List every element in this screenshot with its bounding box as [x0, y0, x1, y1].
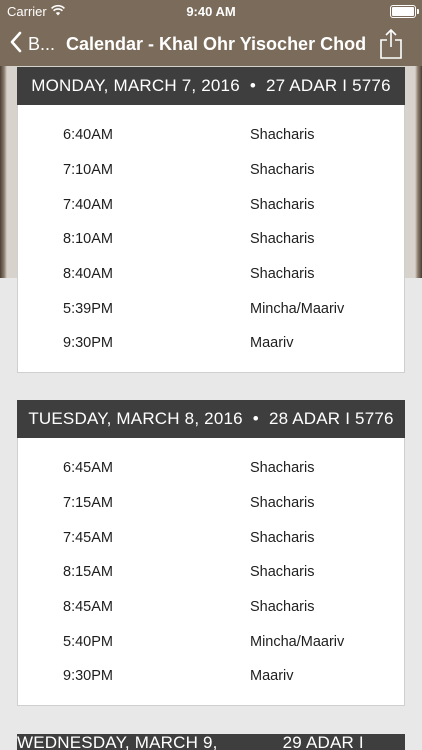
chevron-left-icon [10, 31, 22, 58]
navigation-bar: B... Calendar - Khal Ohr Yisocher Chod..… [0, 22, 422, 66]
prayer-time: 9:30PM [63, 668, 113, 685]
day-date: MONDAY, MARCH 7, 2016 [31, 76, 240, 95]
schedule-list: 6:40AM Shacharis 7:10AM Shacharis 7:40AM… [17, 105, 405, 373]
prayer-time: 5:40PM [63, 633, 113, 650]
schedule-row: 9:30PM Maariv [18, 326, 404, 361]
share-icon [378, 28, 404, 64]
schedule-row: 6:45AM Shacharis [18, 451, 404, 486]
prayer-time: 6:45AM [63, 460, 113, 477]
prayer-name: Mincha/Maariv [250, 633, 345, 650]
prayer-time: 7:40AM [63, 196, 113, 213]
day-header: TUESDAY, MARCH 8, 2016 • 28 ADAR I 5776 [17, 400, 405, 438]
schedule-row: 7:45AM Shacharis [18, 520, 404, 555]
prayer-name: Shacharis [250, 196, 315, 213]
schedule-row: 5:40PM Mincha/Maariv [18, 624, 404, 659]
status-right [390, 5, 419, 18]
prayer-time: 8:40AM [63, 266, 113, 283]
hebrew-date: 28 ADAR I 5776 [268, 409, 394, 428]
schedule-row: 7:15AM Shacharis [18, 486, 404, 521]
schedule-row: 8:15AM Shacharis [18, 555, 404, 590]
schedule-row: 8:40AM Shacharis [18, 257, 404, 292]
share-button[interactable] [378, 28, 404, 60]
day-card: TUESDAY, MARCH 8, 2016 • 28 ADAR I 5776 … [17, 400, 405, 706]
schedule-list: 6:45AM Shacharis 7:15AM Shacharis 7:45AM… [17, 438, 405, 706]
prayer-name: Maariv [250, 668, 294, 685]
prayer-name: Shacharis [250, 231, 315, 248]
prayer-name: Shacharis [250, 162, 315, 179]
schedule-row: 5:39PM Mincha/Maariv [18, 291, 404, 326]
prayer-time: 6:40AM [63, 127, 113, 144]
battery-full-icon [390, 5, 419, 18]
schedule-row: 7:10AM Shacharis [18, 153, 404, 188]
date-separator: • [267, 743, 273, 750]
status-bar: Carrier 9:40 AM [0, 0, 422, 22]
prayer-time: 8:45AM [63, 599, 113, 616]
schedule-row: 9:30PM Maariv [18, 659, 404, 694]
status-time: 9:40 AM [186, 4, 236, 19]
prayer-name: Shacharis [250, 266, 315, 283]
back-button-label: B... [28, 33, 56, 54]
schedule-row: 6:40AM Shacharis [18, 118, 404, 153]
prayer-name: Shacharis [250, 529, 315, 546]
page-title: Calendar - Khal Ohr Yisocher Chod... [66, 34, 366, 54]
prayer-name: Shacharis [250, 564, 315, 581]
prayer-name: Shacharis [250, 460, 315, 477]
day-date: TUESDAY, MARCH 8, 2016 [28, 409, 243, 428]
day-date: WEDNESDAY, MARCH 9, 2016 [17, 733, 218, 750]
day-card: WEDNESDAY, MARCH 9, 2016 • 29 ADAR I 577… [17, 733, 405, 750]
prayer-time: 7:15AM [63, 495, 113, 512]
prayer-name: Mincha/Maariv [250, 300, 345, 317]
schedule-row: 8:10AM Shacharis [18, 222, 404, 257]
back-button[interactable]: B... [10, 22, 55, 66]
date-separator: • [249, 76, 257, 95]
prayer-name: Shacharis [250, 599, 315, 616]
prayer-name: Shacharis [250, 495, 315, 512]
prayer-time: 9:30PM [63, 335, 113, 352]
prayer-time: 8:15AM [63, 564, 113, 581]
prayer-name: Maariv [250, 335, 294, 352]
day-header: WEDNESDAY, MARCH 9, 2016 • 29 ADAR I 577… [17, 733, 405, 750]
prayer-time: 5:39PM [63, 300, 113, 317]
schedule-row: 7:40AM Shacharis [18, 187, 404, 222]
hebrew-date: 27 ADAR I 5776 [266, 76, 391, 95]
prayer-time: 7:45AM [63, 529, 113, 546]
prayer-time: 8:10AM [63, 231, 113, 248]
calendar-scroll-area[interactable]: MONDAY, MARCH 7, 2016 • 27 ADAR I 5776 6… [0, 66, 422, 750]
hebrew-date: 29 ADAR I 5776 [282, 733, 364, 750]
date-separator: • [252, 409, 259, 428]
prayer-name: Shacharis [250, 127, 315, 144]
schedule-row: 8:45AM Shacharis [18, 590, 404, 625]
day-card: MONDAY, MARCH 7, 2016 • 27 ADAR I 5776 6… [17, 67, 405, 373]
day-header: MONDAY, MARCH 7, 2016 • 27 ADAR I 5776 [17, 67, 405, 105]
prayer-time: 7:10AM [63, 162, 113, 179]
